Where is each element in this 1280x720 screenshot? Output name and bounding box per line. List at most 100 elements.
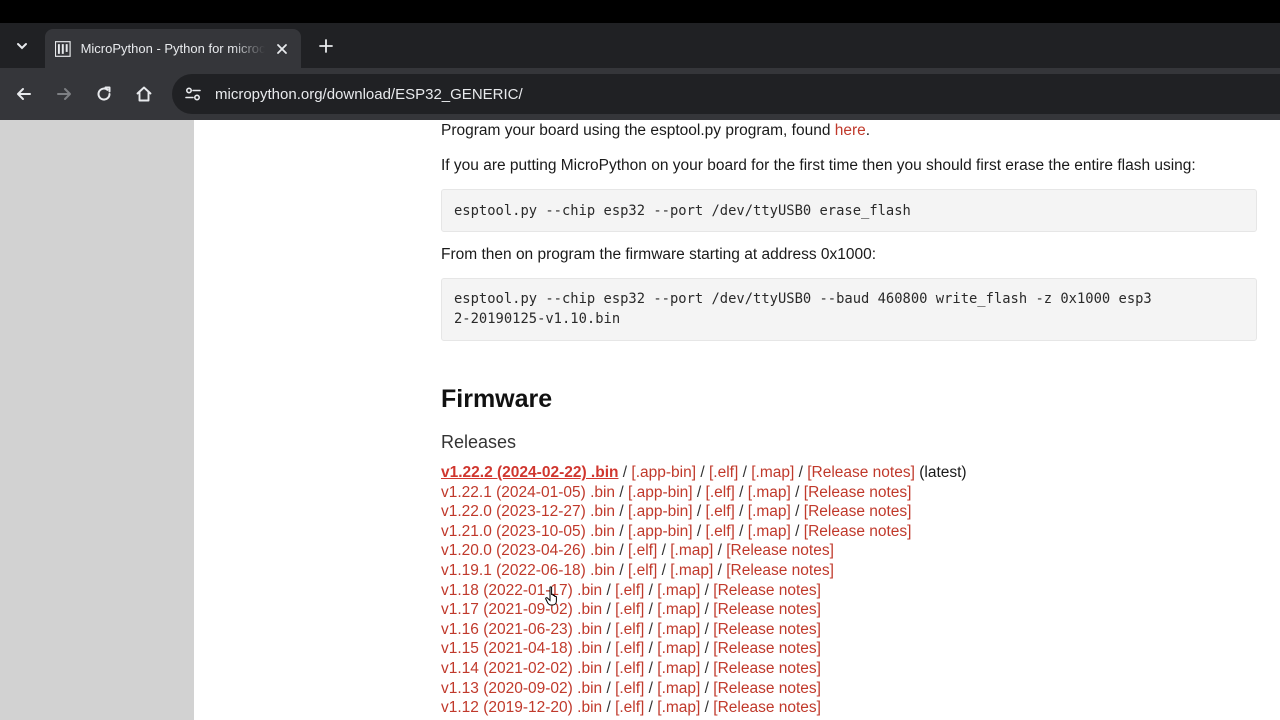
link-separator: /: [734, 503, 748, 521]
release-row: v1.12 (2019-12-20) .bin / [.elf] / [.map…: [441, 698, 1257, 718]
release-bin-link[interactable]: v1.21.0 (2023-10-05) .bin: [441, 523, 615, 540]
release-release-notes-link[interactable]: [Release notes]: [713, 601, 821, 618]
link-separator: /: [657, 542, 671, 560]
home-button[interactable]: [130, 80, 158, 108]
release-elf-link[interactable]: [.elf]: [615, 660, 644, 677]
site-settings-icon[interactable]: [182, 83, 204, 105]
release-bin-link[interactable]: v1.12 (2019-12-20) .bin: [441, 699, 602, 716]
release-bin-link[interactable]: v1.22.0 (2023-12-27) .bin: [441, 503, 615, 520]
release-release-notes-link[interactable]: [Release notes]: [713, 660, 821, 677]
home-icon: [136, 86, 152, 102]
releases-list: v1.22.2 (2024-02-22) .bin / [.app-bin] /…: [441, 463, 1257, 718]
reload-button[interactable]: [90, 80, 118, 108]
release-map-link[interactable]: [.map]: [657, 621, 700, 638]
release-elf-link[interactable]: [.elf]: [615, 680, 644, 697]
release-map-link[interactable]: [.map]: [657, 601, 700, 618]
release-bin-link[interactable]: v1.17 (2021-09-02) .bin: [441, 601, 602, 618]
release-elf-link[interactable]: [.elf]: [706, 503, 735, 520]
release-bin-link[interactable]: v1.13 (2020-09-02) .bin: [441, 680, 602, 697]
release-elf-link[interactable]: [.elf]: [628, 562, 657, 579]
link-separator: /: [700, 679, 714, 697]
release-row: v1.22.1 (2024-01-05) .bin / [.app-bin] /…: [441, 483, 1257, 503]
tab-title: MicroPython - Python for microcontroller…: [80, 41, 266, 56]
program-instruction-text: Program your board using the esptool.py …: [441, 122, 835, 139]
link-separator: /: [794, 464, 808, 481]
tab-micropython[interactable]: MicroPython - Python for microcontroller…: [45, 29, 301, 68]
release-release-notes-link[interactable]: [Release notes]: [807, 464, 915, 481]
esptool-here-link[interactable]: here: [835, 122, 866, 139]
release-release-notes-link[interactable]: [Release notes]: [713, 680, 821, 697]
release-elf-link[interactable]: [.elf]: [615, 640, 644, 657]
link-separator: /: [602, 640, 616, 658]
release-elf-link[interactable]: [.elf]: [615, 582, 644, 599]
back-button[interactable]: [10, 80, 38, 108]
release-bin-link[interactable]: v1.15 (2021-04-18) .bin: [441, 640, 602, 657]
release-bin-link[interactable]: v1.22.1 (2024-01-05) .bin: [441, 484, 615, 501]
release-elf-link[interactable]: [.elf]: [706, 523, 735, 540]
releases-heading: Releases: [441, 432, 517, 452]
arrow-right-icon: [57, 88, 71, 100]
release-bin-link[interactable]: v1.14 (2021-02-02) .bin: [441, 660, 602, 677]
link-separator: /: [644, 601, 658, 619]
release-release-notes-link[interactable]: [Release notes]: [804, 523, 912, 540]
release-map-link[interactable]: [.map]: [657, 660, 700, 677]
release-release-notes-link[interactable]: [Release notes]: [726, 542, 834, 559]
release-elf-link[interactable]: [.elf]: [615, 601, 644, 618]
plus-icon: [319, 39, 333, 53]
link-separator: /: [602, 679, 616, 697]
release-row: v1.18 (2022-01-17) .bin / [.elf] / [.map…: [441, 581, 1257, 601]
link-separator: /: [644, 620, 658, 638]
release-row: v1.17 (2021-09-02) .bin / [.elf] / [.map…: [441, 600, 1257, 620]
release-bin-link[interactable]: v1.19.1 (2022-06-18) .bin: [441, 562, 615, 579]
release-elf-link[interactable]: [.elf]: [615, 699, 644, 716]
link-separator: /: [644, 699, 658, 717]
release-bin-link[interactable]: v1.22.2 (2024-02-22) .bin: [441, 464, 619, 481]
link-separator: /: [602, 659, 616, 677]
release-elf-link[interactable]: [.elf]: [706, 484, 735, 501]
link-separator: /: [700, 601, 714, 619]
link-separator: /: [700, 659, 714, 677]
release-app-bin-link[interactable]: [.app-bin]: [628, 523, 693, 540]
release-map-link[interactable]: [.map]: [657, 699, 700, 716]
release-release-notes-link[interactable]: [Release notes]: [713, 621, 821, 638]
erase-command: esptool.py --chip esp32 --port /dev/ttyU…: [454, 203, 911, 219]
new-tab-button[interactable]: [312, 32, 340, 60]
release-map-link[interactable]: [.map]: [748, 503, 791, 520]
release-app-bin-link[interactable]: [.app-bin]: [628, 503, 693, 520]
release-release-notes-link[interactable]: [Release notes]: [726, 562, 834, 579]
release-map-link[interactable]: [.map]: [748, 484, 791, 501]
release-map-link[interactable]: [.map]: [657, 680, 700, 697]
release-elf-link[interactable]: [.elf]: [628, 542, 657, 559]
release-release-notes-link[interactable]: [Release notes]: [713, 640, 821, 657]
release-bin-link[interactable]: v1.20.0 (2023-04-26) .bin: [441, 542, 615, 559]
release-map-link[interactable]: [.map]: [670, 562, 713, 579]
close-icon[interactable]: [273, 40, 291, 58]
release-app-bin-link[interactable]: [.app-bin]: [628, 484, 693, 501]
address-bar[interactable]: micropython.org/download/ESP32_GENERIC/: [172, 74, 1280, 114]
release-map-link[interactable]: [.map]: [751, 464, 794, 481]
forward-button[interactable]: [50, 80, 78, 108]
link-separator: /: [692, 503, 706, 521]
release-elf-link[interactable]: [.elf]: [615, 621, 644, 638]
release-bin-link[interactable]: v1.18 (2022-01-17) .bin: [441, 582, 602, 599]
release-release-notes-link[interactable]: [Release notes]: [713, 699, 821, 716]
release-bin-link[interactable]: v1.16 (2021-06-23) .bin: [441, 621, 602, 638]
browser-toolbar: micropython.org/download/ESP32_GENERIC/: [0, 68, 1280, 120]
release-release-notes-link[interactable]: [Release notes]: [804, 503, 912, 520]
url-text[interactable]: micropython.org/download/ESP32_GENERIC/: [215, 86, 523, 103]
link-separator: /: [790, 522, 804, 540]
link-separator: /: [713, 542, 727, 560]
release-app-bin-link[interactable]: [.app-bin]: [631, 464, 696, 481]
tab-bar: MicroPython - Python for microcontroller…: [0, 23, 1280, 68]
release-map-link[interactable]: [.map]: [657, 582, 700, 599]
release-map-link[interactable]: [.map]: [670, 542, 713, 559]
release-row: v1.20.0 (2023-04-26) .bin / [.elf] / [.m…: [441, 541, 1257, 561]
release-map-link[interactable]: [.map]: [657, 640, 700, 657]
tab-list-button[interactable]: [8, 32, 36, 60]
link-separator: /: [700, 640, 714, 658]
program-command-line2: 2-20190125-v1.10.bin: [454, 311, 621, 327]
release-elf-link[interactable]: [.elf]: [709, 464, 738, 481]
release-release-notes-link[interactable]: [Release notes]: [804, 484, 912, 501]
release-release-notes-link[interactable]: [Release notes]: [713, 582, 821, 599]
release-map-link[interactable]: [.map]: [748, 523, 791, 540]
